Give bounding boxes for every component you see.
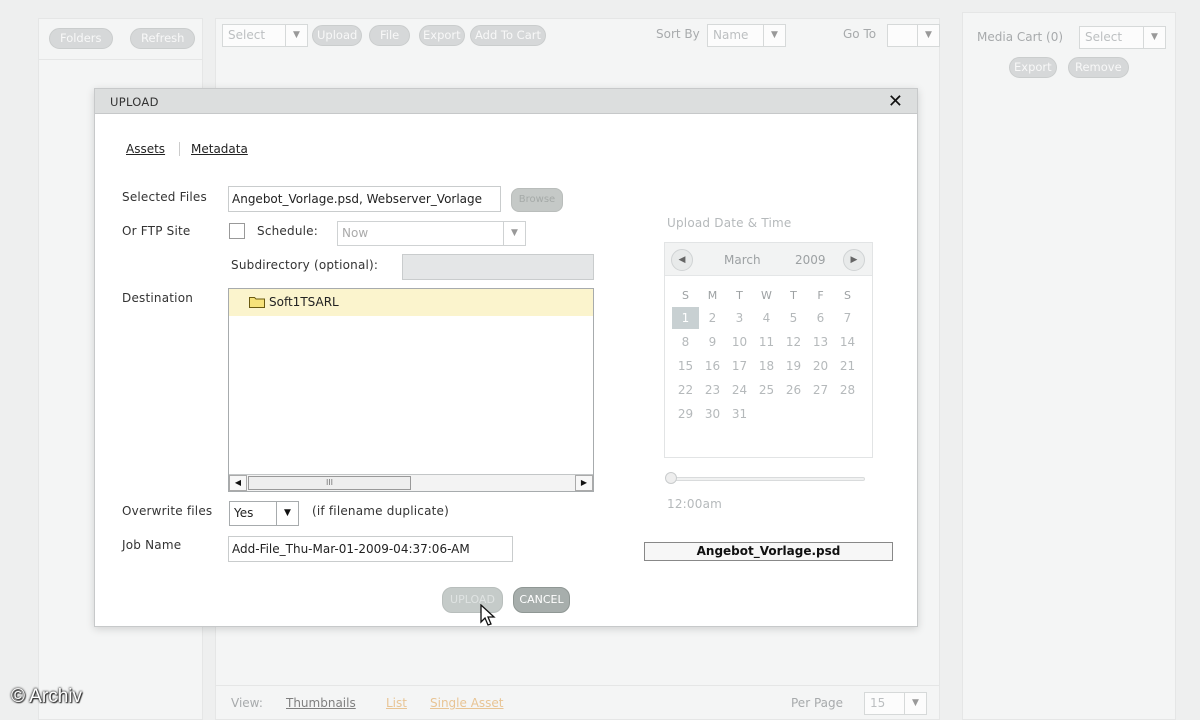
calendar-day[interactable]: 20	[807, 355, 834, 377]
calendar-day[interactable]: 13	[807, 331, 834, 353]
destination-label: Destination	[122, 291, 194, 305]
calendar-day[interactable]: 15	[672, 355, 699, 377]
job-name-label: Job Name	[122, 538, 182, 552]
calendar-day[interactable]: 25	[753, 379, 780, 401]
ftp-site-label: Or FTP Site	[122, 224, 191, 238]
calendar-day[interactable]: 14	[834, 331, 861, 353]
overwrite-value: Yes	[234, 506, 254, 520]
subdirectory-field[interactable]	[402, 254, 594, 280]
calendar-day[interactable]: 29	[672, 403, 699, 425]
dialog-titlebar: UPLOAD ✕	[95, 89, 917, 114]
calendar-day[interactable]: 24	[726, 379, 753, 401]
weekday-label: F	[817, 289, 824, 302]
job-name-field[interactable]: Add-File_Thu-Mar-01-2009-04:37:06-AM	[228, 536, 513, 562]
calendar-day[interactable]: 5	[780, 307, 807, 329]
scrollbar-thumb[interactable]: III	[248, 476, 411, 490]
calendar-day[interactable]: 22	[672, 379, 699, 401]
cancel-button[interactable]: CANCEL	[513, 587, 570, 613]
calendar-day[interactable]: 17	[726, 355, 753, 377]
overwrite-dropdown[interactable]: Yes ▼	[229, 501, 299, 526]
weekday-label: S	[682, 289, 689, 302]
weekday-label: S	[844, 289, 851, 302]
weekday-label: W	[761, 289, 772, 302]
selected-file-name: Angebot_Vorlage.psd	[644, 542, 893, 561]
schedule-label: Schedule:	[257, 224, 318, 238]
calendar-day[interactable]: 16	[699, 355, 726, 377]
schedule-dropdown[interactable]: Now ▼	[337, 221, 526, 246]
selected-files-field[interactable]: Angebot_Vorlage.psd, Webserver_Vorlage	[228, 186, 501, 212]
folder-icon	[249, 297, 265, 308]
browse-button[interactable]: Browse	[511, 188, 563, 212]
chevron-down-icon: ▼	[503, 222, 525, 245]
dialog-title: UPLOAD	[110, 95, 159, 109]
calendar-day[interactable]: 12	[780, 331, 807, 353]
calendar-day[interactable]: 26	[780, 379, 807, 401]
calendar-day[interactable]: 9	[699, 331, 726, 353]
calendar-day[interactable]: 10	[726, 331, 753, 353]
tab-divider	[179, 142, 180, 156]
weekday-label: T	[790, 289, 797, 302]
tree-row[interactable]: Soft1TSARL	[229, 289, 593, 316]
calendar-day[interactable]: 19	[780, 355, 807, 377]
time-slider-handle[interactable]	[665, 472, 677, 484]
overwrite-label: Overwrite files	[122, 504, 213, 518]
chevron-down-icon: ▼	[276, 502, 298, 525]
calendar-day[interactable]: 21	[834, 355, 861, 377]
close-icon[interactable]: ✕	[888, 91, 903, 112]
calendar-day[interactable]: 1	[672, 307, 699, 329]
next-month-icon[interactable]: ▶	[843, 249, 865, 271]
calendar-day[interactable]: 7	[834, 307, 861, 329]
calendar-day[interactable]: 18	[753, 355, 780, 377]
ftp-checkbox[interactable]	[229, 223, 245, 239]
subdirectory-label: Subdirectory (optional):	[231, 258, 379, 272]
date-picker: ◀ March 2009 ▶ SMTWTFS 1 2 3 4 5 6 7 8 9 10 11 12 13…	[664, 242, 873, 458]
calendar-day[interactable]: 3	[726, 307, 753, 329]
time-slider-track[interactable]	[667, 477, 865, 481]
calendar-day[interactable]: 6	[807, 307, 834, 329]
mouse-pointer-icon	[480, 604, 496, 626]
selected-files-label: Selected Files	[122, 190, 207, 204]
scroll-right-icon[interactable]: ▶	[575, 475, 593, 491]
tab-assets[interactable]: Assets	[126, 142, 165, 156]
calendar-day[interactable]: 28	[834, 379, 861, 401]
weekday-label: T	[736, 289, 743, 302]
calendar-day[interactable]: 8	[672, 331, 699, 353]
calendar-day[interactable]: 23	[699, 379, 726, 401]
upload-dialog: UPLOAD ✕ Assets Metadata Selected Files …	[94, 88, 918, 627]
calendar-day[interactable]: 27	[807, 379, 834, 401]
schedule-value: Now	[342, 226, 369, 240]
scroll-left-icon[interactable]: ◀	[229, 475, 247, 491]
destination-tree[interactable]: Soft1TSARL ◀ III ▶	[228, 288, 594, 492]
calendar-year: 2009	[795, 253, 826, 267]
overwrite-hint: (if filename duplicate)	[312, 504, 450, 518]
calendar-day[interactable]: 4	[753, 307, 780, 329]
calendar-day[interactable]: 2	[699, 307, 726, 329]
horizontal-scrollbar[interactable]: ◀ III ▶	[229, 474, 593, 491]
time-value: 12:00am	[667, 497, 723, 511]
calendar-day[interactable]: 30	[699, 403, 726, 425]
tab-metadata[interactable]: Metadata	[191, 142, 248, 156]
calendar-month: March	[724, 253, 761, 267]
upload-datetime-label: Upload Date & Time	[667, 216, 792, 230]
prev-month-icon[interactable]: ◀	[671, 249, 693, 271]
folder-name: Soft1TSARL	[269, 295, 339, 309]
calendar-header: ◀ March 2009 ▶	[665, 243, 872, 276]
calendar-day[interactable]: 11	[753, 331, 780, 353]
calendar-day[interactable]: 31	[726, 403, 753, 425]
weekday-label: M	[707, 289, 718, 302]
watermark: © Archiv	[11, 686, 83, 707]
